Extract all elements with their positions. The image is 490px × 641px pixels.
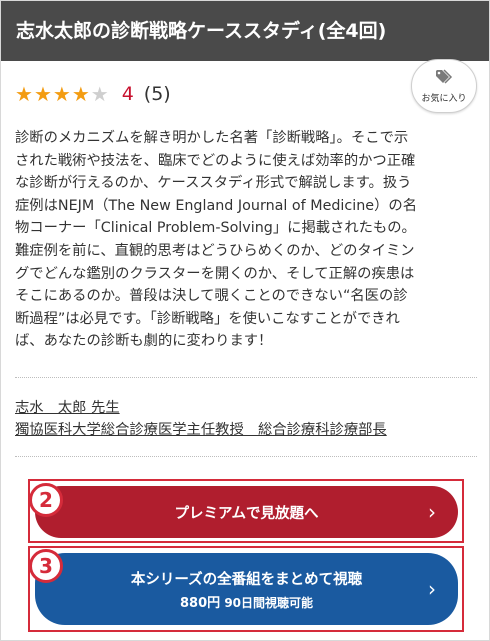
rating-count: (5) xyxy=(143,83,171,105)
favorite-button[interactable]: お気に入り xyxy=(411,59,477,113)
star-icon: ★ xyxy=(33,82,52,106)
series-purchase-button[interactable]: 本シリーズの全番組をまとめて視聴 880円 90日間視聴可能 › xyxy=(35,553,458,625)
author-info: 志水 太郎 先生 獨協医科大学総合診療医学主任教授 総合診療科診療部長 xyxy=(15,397,485,441)
premium-button[interactable]: プレミアムで見放題へ › xyxy=(35,486,458,538)
tag-icon xyxy=(435,68,453,89)
course-title: 志水太郎の診断戦略ケーススタディ(全4回) xyxy=(1,1,489,61)
author-name-link[interactable]: 志水 太郎 先生 xyxy=(15,397,485,419)
annotation-number: 2 xyxy=(29,483,63,517)
favorite-label: お気に入り xyxy=(421,93,467,104)
course-card: 志水太郎の診断戦略ケーススタディ(全4回) ★ ★ ★ ★ ★ 4 (5) お気… xyxy=(0,0,490,641)
series-viewing-period: 90日間視聴可能 xyxy=(224,595,314,610)
rating: ★ ★ ★ ★ ★ 4 (5) xyxy=(15,80,171,108)
star-icon: ★ xyxy=(71,82,90,106)
star-icon: ★ xyxy=(90,82,109,106)
divider xyxy=(15,456,477,457)
rating-value: 4 xyxy=(121,83,134,105)
series-button-sub: 880円 90日間視聴可能 xyxy=(180,592,313,611)
chevron-right-icon: › xyxy=(428,577,436,601)
series-price: 880円 xyxy=(179,595,221,611)
star-rating: ★ ★ ★ ★ ★ xyxy=(15,84,110,104)
annotation-number: 3 xyxy=(29,549,63,583)
author-affiliation-link[interactable]: 獨協医科大学総合診療医学主任教授 総合診療科診療部長 xyxy=(15,419,485,441)
star-icon: ★ xyxy=(15,82,33,106)
star-icon: ★ xyxy=(52,82,71,106)
course-description: 診断のメカニズムを解き明かした名著「診断戦略」。そこで示 された戦術や技法を、臨… xyxy=(15,130,417,350)
divider xyxy=(15,377,477,378)
chevron-right-icon: › xyxy=(428,500,436,524)
series-button-label: 本シリーズの全番組をまとめて視聴 xyxy=(130,571,363,588)
premium-button-label: プレミアムで見放題へ xyxy=(174,505,319,522)
